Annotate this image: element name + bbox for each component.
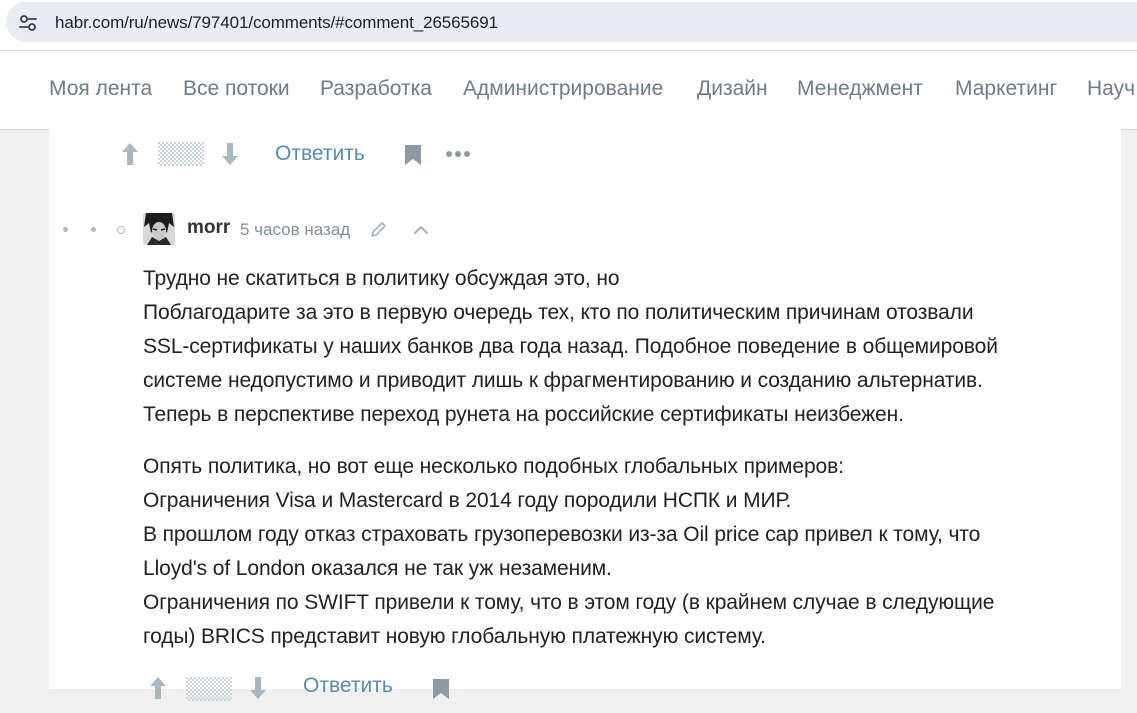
nav-item-science[interactable]: Науч	[1087, 77, 1135, 101]
comment-line: Трудно не скатиться в политику обсуждая …	[143, 267, 620, 290]
url-text[interactable]: habr.com/ru/news/797401/comments/#commen…	[55, 13, 498, 33]
comment-line: годы) BRICS представит новую глобальную …	[143, 625, 766, 648]
nav-item-management[interactable]: Менеджмент	[797, 77, 923, 101]
pencil-icon	[371, 222, 386, 237]
previous-comment-actions: Ответить	[49, 134, 1121, 174]
comment-line: Ограничения Visa и Mastercard в 2014 год…	[143, 489, 792, 512]
nav-item-design[interactable]: Дизайн	[697, 77, 768, 101]
comment-line: Ограничения по SWIFT привели к тому, что…	[143, 591, 995, 614]
flows-nav: Моя лента Все потоки Разработка Админист…	[0, 50, 1137, 130]
thread-level-dot[interactable]	[91, 227, 96, 232]
chevron-up-icon[interactable]	[413, 224, 429, 235]
nav-item-administration[interactable]: Администрирование	[463, 77, 663, 101]
comment-line: В прошлом году отказ страховать грузопер…	[143, 523, 981, 546]
user-avatar-image	[143, 213, 175, 245]
comment-line: Опять политика, но вот еще несколько под…	[143, 455, 844, 478]
comment-time[interactable]: 5 часов назад	[240, 220, 350, 240]
avatar[interactable]	[143, 213, 175, 245]
nav-item-marketing[interactable]: Маркетинг	[955, 77, 1057, 101]
more-dots-icon[interactable]	[445, 150, 471, 158]
comment-body: Трудно не скатиться в политику обсуждая …	[143, 262, 1113, 654]
comment-line: Поблагодарите за это в первую очередь те…	[143, 301, 974, 324]
comment-paragraph: Опять политика, но вот еще несколько под…	[143, 450, 1113, 654]
reply-button[interactable]: Ответить	[275, 142, 365, 166]
score-placeholder-icon	[158, 142, 204, 166]
address-bar[interactable]: habr.com/ru/news/797401/comments/#commen…	[6, 2, 1137, 42]
bookmark-icon[interactable]	[432, 678, 450, 700]
comment-line: Теперь в перспективе переход рунета на р…	[143, 403, 904, 426]
arrow-down-icon[interactable]	[221, 142, 239, 166]
comment-actions: Ответить	[49, 673, 1121, 713]
tune-icon[interactable]	[18, 13, 38, 33]
reply-button[interactable]: Ответить	[303, 674, 393, 698]
arrow-up-icon[interactable]	[149, 676, 167, 700]
comment-author[interactable]: morr	[187, 217, 230, 239]
nav-item-all-flows[interactable]: Все потоки	[183, 77, 290, 101]
comment-line: SSL-сертификаты у наших банков два года …	[143, 335, 998, 358]
comment-line: системе недопустимо и приводит лишь к фр…	[143, 369, 983, 392]
arrow-down-icon[interactable]	[249, 676, 267, 700]
bookmark-icon[interactable]	[404, 144, 422, 166]
nav-item-my-feed[interactable]: Моя лента	[49, 77, 152, 101]
nav-item-development[interactable]: Разработка	[320, 77, 432, 101]
comment-line: Lloyd's of London оказался не так уж нез…	[143, 557, 612, 580]
thread-level-dot[interactable]	[63, 227, 68, 232]
browser-toolbar: habr.com/ru/news/797401/comments/#commen…	[0, 0, 1137, 50]
comments-card: Ответить morr 5 часов назад Трудно не ск…	[49, 129, 1121, 701]
arrow-up-icon[interactable]	[121, 142, 139, 166]
score-placeholder-icon	[186, 677, 232, 701]
thread-level-ring[interactable]	[117, 226, 125, 234]
comment-paragraph: Трудно не скатиться в политику обсуждая …	[143, 262, 1113, 432]
